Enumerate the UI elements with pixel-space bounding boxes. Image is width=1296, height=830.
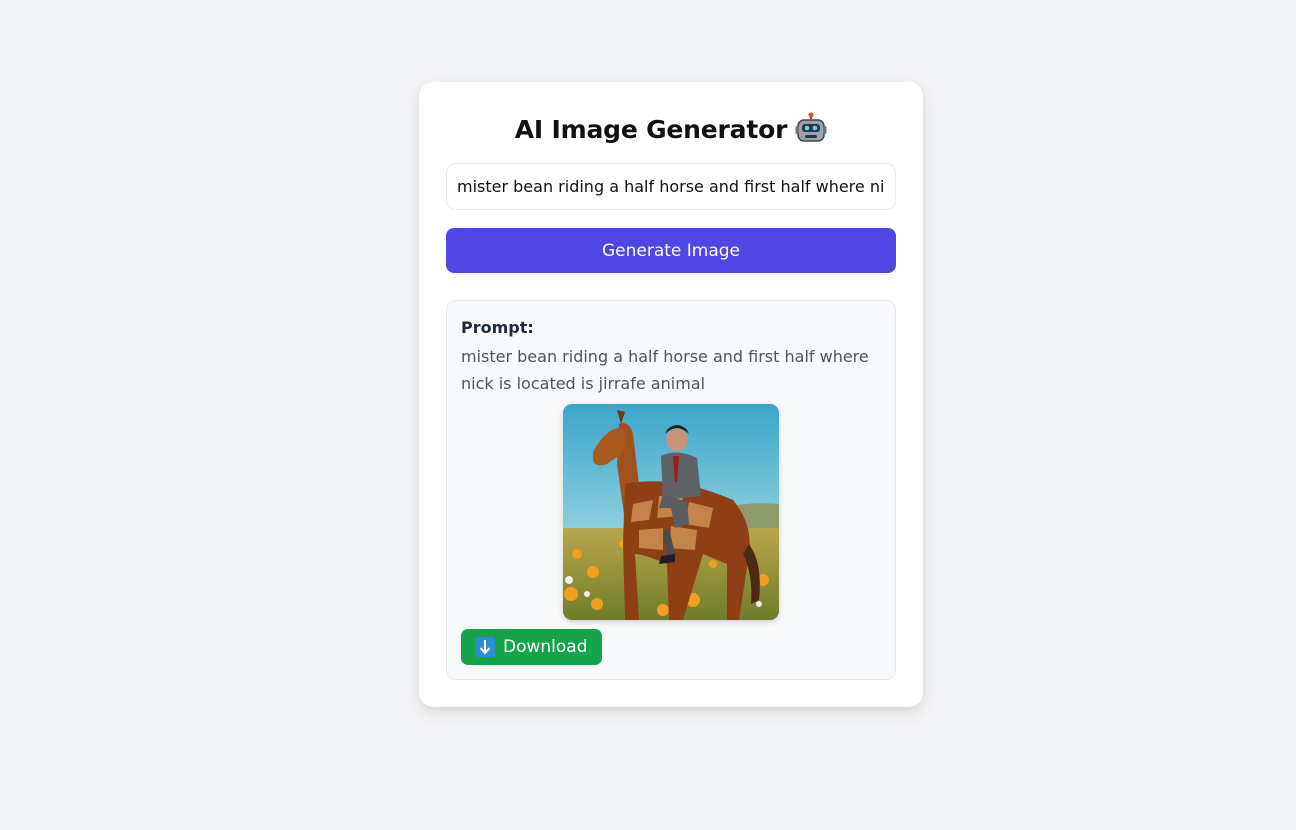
prompt-label: Prompt: xyxy=(461,318,534,337)
down-arrow-icon xyxy=(475,637,495,657)
download-label: Download xyxy=(503,637,588,657)
prompt-text: mister bean riding a half horse and firs… xyxy=(461,347,869,393)
prompt-input[interactable] xyxy=(446,163,896,210)
result-panel: Prompt: mister bean riding a half horse … xyxy=(446,300,896,680)
generator-card: AI Image Generator Generate Image Prompt… xyxy=(419,82,923,707)
page-title-text: AI Image Generator xyxy=(514,115,788,144)
download-button[interactable]: Download xyxy=(461,629,602,665)
generated-image xyxy=(563,404,779,620)
page-title: AI Image Generator xyxy=(419,112,923,153)
robot-icon xyxy=(795,112,827,153)
generate-image-button[interactable]: Generate Image xyxy=(446,228,896,273)
